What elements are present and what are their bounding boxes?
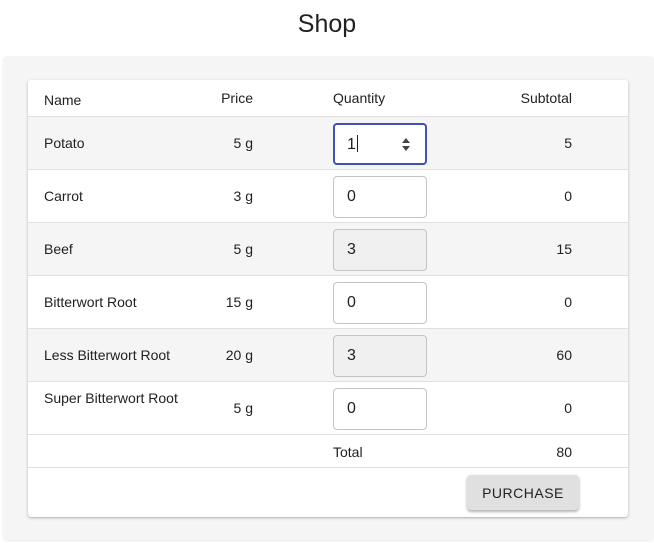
quantity-stepper[interactable] — [399, 135, 413, 153]
table-row: Bitterwort Root 15 g 0 0 — [28, 276, 628, 329]
header-subtotal: Subtotal — [520, 90, 572, 106]
item-price: 5 g — [233, 241, 253, 257]
table-row: Super Bitterwort Root 5 g 0 0 — [28, 382, 628, 435]
item-price: 5 g — [233, 400, 253, 416]
item-price: 5 g — [233, 135, 253, 151]
total-row: Total 80 — [28, 435, 628, 468]
item-price: 15 g — [225, 294, 253, 310]
quantity-input[interactable]: 1 — [333, 123, 427, 165]
item-subtotal: 15 — [556, 241, 572, 257]
header-price: Price — [221, 90, 253, 106]
item-name: Super Bitterwort Root — [44, 390, 178, 406]
quantity-value: 0 — [347, 294, 356, 311]
item-name: Bitterwort Root — [44, 294, 137, 310]
quantity-input[interactable]: 3 — [333, 229, 427, 271]
quantity-value: 1 — [347, 136, 356, 153]
quantity-value: 0 — [347, 188, 356, 205]
table-header: Name Price Quantity Subtotal — [28, 80, 628, 117]
total-value: 80 — [556, 444, 572, 460]
quantity-input[interactable]: 0 — [333, 282, 427, 324]
item-subtotal: 0 — [564, 400, 572, 416]
item-subtotal: 0 — [564, 188, 572, 204]
item-price: 3 g — [233, 188, 253, 204]
item-price: 20 g — [225, 347, 253, 363]
purchase-button[interactable]: PURCHASE — [467, 475, 579, 510]
header-quantity: Quantity — [333, 90, 386, 106]
table-row: Potato 5 g 1 5 — [28, 117, 628, 170]
item-subtotal: 0 — [564, 294, 572, 310]
shop-table: Name Price Quantity Subtotal Potato 5 g … — [28, 80, 628, 517]
item-subtotal: 5 — [564, 135, 572, 151]
table-row: Less Bitterwort Root 20 g 3 60 — [28, 329, 628, 382]
page-title: Shop — [297, 10, 357, 38]
header-name: Name — [44, 92, 82, 108]
stepper-up-icon[interactable] — [402, 138, 410, 143]
stepper-down-icon[interactable] — [402, 146, 410, 151]
quantity-value: 3 — [347, 347, 356, 364]
item-name: Less Bitterwort Root — [44, 347, 171, 363]
item-name: Beef — [44, 241, 73, 257]
item-subtotal: 60 — [556, 347, 572, 363]
quantity-value: 3 — [347, 241, 356, 258]
item-name: Carrot — [44, 188, 83, 204]
table-row: Beef 5 g 3 15 — [28, 223, 628, 276]
quantity-input[interactable]: 3 — [333, 335, 427, 377]
quantity-input[interactable]: 0 — [333, 176, 427, 218]
quantity-input[interactable]: 0 — [333, 388, 427, 430]
item-name: Potato — [44, 135, 85, 151]
quantity-value: 0 — [347, 400, 356, 417]
text-cursor — [356, 135, 358, 152]
total-label: Total — [333, 444, 363, 460]
table-row: Carrot 3 g 0 0 — [28, 170, 628, 223]
